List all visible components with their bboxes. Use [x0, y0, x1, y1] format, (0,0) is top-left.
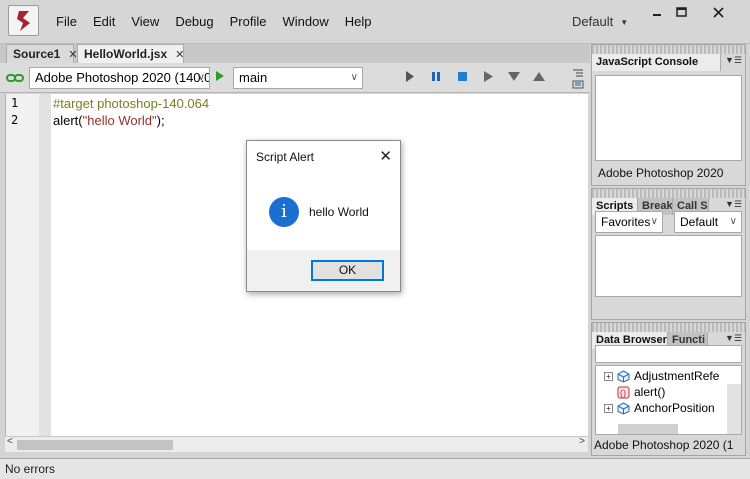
chevron-down-icon: ▼ [620, 18, 629, 27]
chevron-down-icon: ∨ [350, 72, 358, 83]
code-token: ); [156, 113, 165, 128]
code-token: alert( [53, 113, 83, 128]
tab-label: Source1 [13, 47, 61, 61]
data-target: Adobe Photoshop 2020 (1 [594, 438, 734, 452]
step-into-icon[interactable] [508, 71, 520, 82]
scope-select[interactable]: Default ∨ [674, 211, 742, 233]
tree-item-label: alert() [634, 385, 666, 399]
chevron-down-icon: ∨ [650, 216, 658, 227]
app-logo [8, 5, 39, 36]
close-button[interactable] [705, 2, 731, 22]
data-browser-panel: Data Browser Functi ▼☰ + AdjustmentRefe … [591, 322, 746, 456]
panel-menu-icon[interactable]: ▼☰ [725, 55, 742, 66]
line-number: 1 [11, 96, 19, 110]
scope-value: Default [680, 215, 719, 229]
maximize-button[interactable] [668, 2, 694, 22]
minimize-icon [653, 14, 661, 16]
chevron-down-icon: ∨ [197, 72, 205, 83]
menu-edit[interactable]: Edit [85, 14, 123, 30]
function-icon: () [617, 386, 630, 398]
title-bar: File Edit View Debug Profile Window Help… [0, 0, 750, 44]
horizontal-scrollbar[interactable] [618, 424, 678, 434]
function-select[interactable]: main ∨ [233, 67, 363, 89]
script-alert-dialog: Script Alert ✕ i hello World OK [246, 140, 401, 292]
target-app-select[interactable]: Adobe Photoshop 2020 (140.0 ∨ [29, 67, 210, 89]
run-target-icon[interactable] [215, 71, 225, 81]
status-bar: No errors [0, 458, 750, 479]
dialog-close-icon[interactable]: ✕ [379, 147, 392, 165]
dialog-footer: OK [247, 250, 400, 291]
dialog-title: Script Alert [256, 150, 315, 164]
tree-item[interactable]: () alert() [617, 384, 665, 400]
menu-window[interactable]: Window [274, 14, 336, 30]
function-value: main [239, 70, 268, 85]
scroll-left-icon[interactable]: < [7, 436, 13, 447]
menu-debug[interactable]: Debug [167, 14, 221, 30]
expand-icon[interactable]: + [604, 403, 613, 413]
tree-item[interactable]: + AdjustmentRefe [604, 368, 719, 384]
code-string: "hello World" [82, 113, 157, 128]
maximize-icon [675, 7, 687, 17]
tree-item[interactable]: + AnchorPosition [604, 400, 715, 416]
menu-profile[interactable]: Profile [222, 14, 275, 30]
code-line: #target photoshop-140.064 [53, 96, 210, 111]
info-icon: i [269, 197, 299, 227]
stop-icon[interactable] [457, 71, 468, 82]
tab-javascript-console[interactable]: JavaScript Console [592, 54, 721, 71]
object-icon [617, 369, 630, 383]
panel-menu-icon[interactable]: ▼☰ [725, 199, 742, 210]
target-app-value: Adobe Photoshop 2020 (140.0 [35, 70, 210, 85]
favorites-value: Favorites [601, 215, 651, 229]
run-icon[interactable] [405, 71, 415, 82]
link-icon[interactable] [6, 73, 24, 83]
console-panel: JavaScript Console ▼☰ Adobe Photoshop 20… [591, 44, 746, 186]
favorites-select[interactable]: Favorites ∨ [595, 211, 663, 233]
console-target: Adobe Photoshop 2020 [598, 166, 724, 180]
code-line: alert("hello World"); [53, 113, 165, 128]
scripts-list[interactable] [595, 235, 742, 297]
svg-text:(): () [620, 388, 626, 398]
breakpoint-gutter[interactable] [39, 94, 51, 436]
document-tabbar: Source1 ✕ HelloWorld.jsx ✕ [0, 44, 590, 63]
data-filter-input[interactable] [595, 345, 742, 363]
close-icon[interactable]: ✕ [175, 48, 184, 61]
panel-grip[interactable] [592, 323, 745, 332]
tab-helloworld[interactable]: HelloWorld.jsx ✕ [77, 44, 184, 63]
pause-icon[interactable] [431, 71, 441, 82]
tree-item-label: AdjustmentRefe [634, 369, 720, 383]
menu-bar: File Edit View Debug Profile Window Help [48, 14, 379, 30]
panel-grip[interactable] [592, 45, 745, 54]
object-icon [617, 401, 630, 415]
menu-file[interactable]: File [48, 14, 85, 30]
step-out-icon[interactable] [533, 71, 545, 82]
tree-item-label: AnchorPosition [634, 401, 715, 415]
menu-view[interactable]: View [123, 14, 167, 30]
chevron-down-icon: ∨ [729, 216, 737, 227]
vertical-scrollbar[interactable] [727, 384, 741, 434]
close-icon [712, 6, 724, 18]
toolbar-menu-icon[interactable] [572, 66, 584, 90]
menu-help[interactable]: Help [337, 14, 380, 30]
horizontal-scrollbar[interactable]: < > [5, 436, 588, 452]
ok-button[interactable]: OK [311, 260, 384, 281]
panel-menu-icon[interactable]: ▼☰ [725, 333, 742, 344]
expand-icon[interactable]: + [604, 371, 613, 381]
data-tree[interactable]: + AdjustmentRefe () alert() + AnchorPosi… [595, 365, 742, 435]
line-number: 2 [11, 113, 19, 127]
scroll-right-icon[interactable]: > [579, 436, 585, 447]
dialog-message: hello World [309, 205, 369, 219]
tab-source1[interactable]: Source1 ✕ [6, 44, 78, 63]
step-over-icon[interactable] [483, 71, 494, 82]
scrollbar-thumb[interactable] [17, 440, 173, 450]
minimize-button[interactable] [644, 2, 670, 22]
editor-toolbar: Adobe Photoshop 2020 (140.0 ∨ main ∨ [0, 63, 590, 93]
panel-grip[interactable] [592, 189, 745, 198]
tab-label: HelloWorld.jsx [84, 47, 168, 61]
status-text: No errors [5, 462, 56, 476]
scripts-panel: Scripts Break Call S ▼☰ Favorites ∨ Defau… [591, 188, 746, 320]
console-output[interactable] [595, 75, 742, 161]
workspace-label: Default [572, 14, 614, 29]
workspace-switcher[interactable]: Default ▼ [572, 14, 628, 29]
